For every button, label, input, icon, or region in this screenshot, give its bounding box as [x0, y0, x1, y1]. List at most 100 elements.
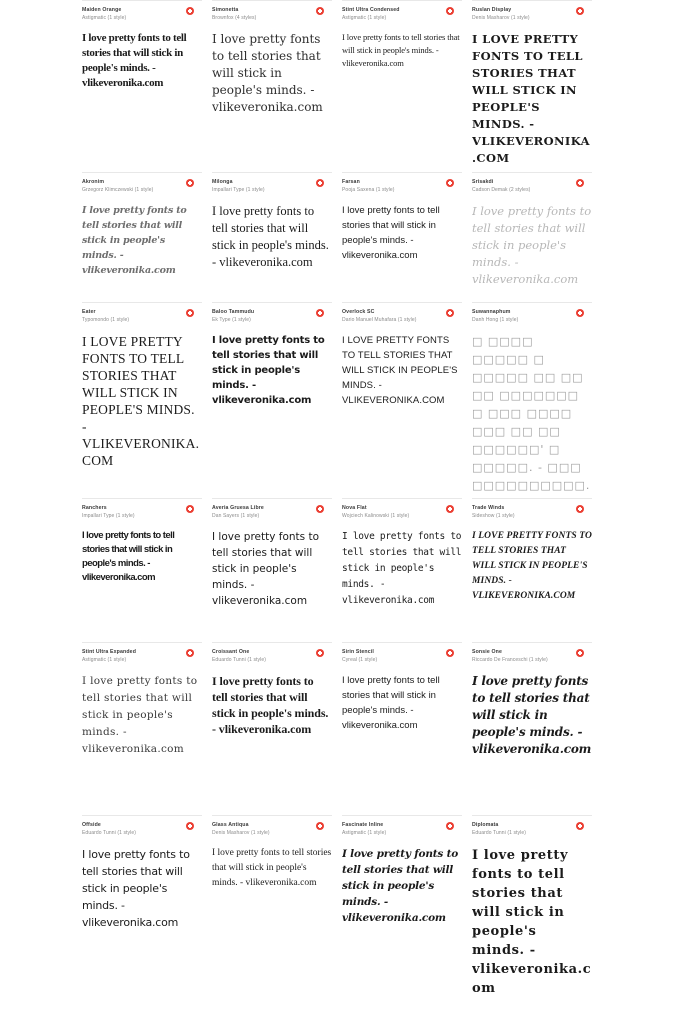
font-foundry-meta: Eduardo Tunni (1 style)	[82, 830, 136, 836]
font-specimen-text: I love pretty fonts to tell stories that…	[472, 204, 592, 286]
font-foundry-meta: Astigmatic (1 style)	[82, 15, 127, 21]
font-foundry-meta: Astigmatic (1 style)	[342, 830, 387, 836]
plus-circle-icon[interactable]	[576, 179, 584, 187]
plus-circle-icon[interactable]	[186, 7, 194, 15]
font-card[interactable]: Suwannaphum Danh Hong (1 style) □ □□□□ □□□…	[472, 302, 602, 498]
font-foundry-meta: Brownfox (4 styles)	[212, 15, 257, 21]
font-card[interactable]: Nova Flat Wojciech Kalinowski (1 style) I …	[342, 498, 472, 642]
font-catalog-page: Maiden Orange Astigmatic (1 style) I love …	[0, 0, 677, 1024]
font-card-header: Offside Eduardo Tunni (1 style)	[82, 815, 202, 841]
font-specimen-text: □ □□□□ □□□□□ □ □□□□□ □□ □□ □□ □□□□□□□ □ …	[472, 335, 591, 498]
font-specimen-text: I love pretty fonts to tell stories that…	[342, 675, 440, 731]
plus-circle-icon[interactable]	[186, 649, 194, 657]
plus-circle-icon[interactable]	[446, 7, 454, 15]
plus-circle-icon[interactable]	[446, 822, 454, 830]
font-name: Stint Ultra Condensed	[342, 7, 400, 13]
font-name: Stint Ultra Expanded	[82, 649, 137, 655]
font-card[interactable]: Maiden Orange Astigmatic (1 style) I love …	[82, 0, 212, 172]
plus-circle-icon[interactable]	[316, 822, 324, 830]
font-card-header: Eater Typomondo (1 style)	[82, 302, 202, 328]
font-foundry-meta: Wojciech Kalinowski (1 style)	[342, 513, 410, 519]
font-name: Simonetta	[212, 7, 239, 13]
font-card-header: Farsan Pooja Saxena (1 style)	[342, 172, 462, 198]
plus-circle-icon[interactable]	[576, 309, 584, 317]
font-card[interactable]: Stint Ultra Expanded Astigmatic (1 style)…	[82, 642, 212, 815]
font-specimen-text: I love pretty fonts to tell stories that…	[472, 848, 592, 996]
plus-circle-icon[interactable]	[316, 309, 324, 317]
font-card[interactable]: Sonsie One Riccardo De Franceschi (1 styl…	[472, 642, 602, 815]
plus-circle-icon[interactable]	[186, 822, 194, 830]
font-specimen-text: I love pretty fonts to tell stories that…	[82, 334, 200, 468]
font-name: Averia Gruesa Libre	[212, 505, 264, 511]
font-card-header: Sirin Stencil Cyreal (1 style)	[342, 642, 462, 668]
font-card[interactable]: Croissant One Eduardo Tunni (1 style) I lo…	[212, 642, 342, 815]
plus-horizontal-stroke	[317, 825, 323, 827]
plus-circle-icon[interactable]	[316, 7, 324, 15]
plus-circle-icon[interactable]	[576, 505, 584, 513]
plus-horizontal-stroke	[577, 182, 583, 184]
plus-circle-icon[interactable]	[446, 179, 454, 187]
font-card[interactable]: Eater Typomondo (1 style) I love pretty fo…	[82, 302, 212, 498]
font-name: Sirin Stencil	[342, 649, 374, 655]
font-card[interactable]: Stint Ultra Condensed Astigmatic (1 style…	[342, 0, 472, 172]
font-card[interactable]: Farsan Pooja Saxena (1 style) I love prett…	[342, 172, 472, 302]
font-card-header: Fascinate Inline Astigmatic (1 style)	[342, 815, 462, 841]
plus-circle-icon[interactable]	[316, 505, 324, 513]
plus-circle-icon[interactable]	[446, 505, 454, 513]
font-specimen-text: I love pretty fonts to tell stories that…	[82, 530, 175, 583]
font-name: Ruslan Display	[472, 7, 512, 13]
font-card[interactable]: Simonetta Brownfox (4 styles) I love prett…	[212, 0, 342, 172]
font-card-header: Stint Ultra Expanded Astigmatic (1 style)	[82, 642, 202, 668]
font-foundry-meta: Eduardo Tunni (1 style)	[212, 657, 266, 663]
plus-horizontal-stroke	[187, 825, 193, 827]
font-card-header: Ruslan Display Denis Masharov (1 style)	[472, 0, 592, 26]
font-name: Srisakdi	[472, 179, 494, 185]
font-card[interactable]: Overlock SC Dario Manuel Muhafara (1 styl…	[342, 302, 472, 498]
plus-circle-icon[interactable]	[186, 309, 194, 317]
font-card[interactable]: Trade Winds Sideshow (1 style) I love pret…	[472, 498, 602, 642]
font-card[interactable]: Offside Eduardo Tunni (1 style) I love pre…	[82, 815, 212, 1024]
font-card[interactable]: Averia Gruesa Libre Dan Sayers (1 style) I…	[212, 498, 342, 642]
plus-circle-icon[interactable]	[316, 179, 324, 187]
plus-circle-icon[interactable]	[316, 649, 324, 657]
font-name: Overlock SC	[342, 309, 375, 315]
font-name: Croissant One	[212, 649, 250, 655]
plus-circle-icon[interactable]	[576, 7, 584, 15]
font-card[interactable]: Glass Antiqua Denis Masharov (1 style) I l…	[212, 815, 342, 1024]
font-card[interactable]: Milonga Impallari Type (1 style) I love pr…	[212, 172, 342, 302]
font-name: Farsan	[342, 179, 360, 185]
font-card[interactable]: Ruslan Display Denis Masharov (1 style) I …	[472, 0, 602, 172]
font-card[interactable]: Baloo Tammudu Ek Type (1 style) I love pre…	[212, 302, 342, 498]
font-card-header: Overlock SC Dario Manuel Muhafara (1 styl…	[342, 302, 462, 328]
font-foundry-meta: Cadson Demak (2 styles)	[472, 187, 531, 193]
plus-horizontal-stroke	[447, 182, 453, 184]
font-card-header: Nova Flat Wojciech Kalinowski (1 style)	[342, 498, 462, 524]
plus-circle-icon[interactable]	[576, 822, 584, 830]
plus-circle-icon[interactable]	[446, 309, 454, 317]
plus-circle-icon[interactable]	[446, 649, 454, 657]
plus-horizontal-stroke	[317, 10, 323, 12]
font-card-header: Baloo Tammudu Ek Type (1 style)	[212, 302, 332, 328]
font-card[interactable]: Sirin Stencil Cyreal (1 style) I love pret…	[342, 642, 472, 815]
font-specimen-text: I love pretty fonts to tell stories that…	[342, 335, 458, 406]
font-specimen-text: I love pretty fonts to tell stories that…	[212, 335, 325, 406]
font-name: Diplomata	[472, 822, 499, 828]
font-foundry-meta: Astigmatic (1 style)	[342, 15, 387, 21]
font-specimen-text: I love pretty fonts to tell stories that…	[82, 848, 190, 929]
font-card-header: Trade Winds Sideshow (1 style)	[472, 498, 592, 524]
font-card[interactable]: Ranchers Impallari Type (1 style) I love p…	[82, 498, 212, 642]
plus-circle-icon[interactable]	[186, 505, 194, 513]
font-specimen-text: I love pretty fonts to tell stories that…	[342, 32, 460, 68]
font-card[interactable]: Diplomata Eduardo Tunni (1 style) I love p…	[472, 815, 602, 1024]
plus-horizontal-stroke	[577, 312, 583, 314]
plus-circle-icon[interactable]	[576, 649, 584, 657]
font-name: Nova Flat	[342, 505, 367, 511]
plus-horizontal-stroke	[447, 652, 453, 654]
font-card[interactable]: Fascinate Inline Astigmatic (1 style) I lo…	[342, 815, 472, 1024]
font-foundry-meta: Cyreal (1 style)	[342, 657, 378, 663]
plus-horizontal-stroke	[447, 10, 453, 12]
plus-circle-icon[interactable]	[186, 179, 194, 187]
font-card[interactable]: Akronim Grzegorz Klimczewski (1 style) I l…	[82, 172, 212, 302]
font-card[interactable]: Srisakdi Cadson Demak (2 styles) I love pr…	[472, 172, 602, 302]
font-specimen-text: I love pretty fonts to tell stories that…	[212, 848, 332, 888]
